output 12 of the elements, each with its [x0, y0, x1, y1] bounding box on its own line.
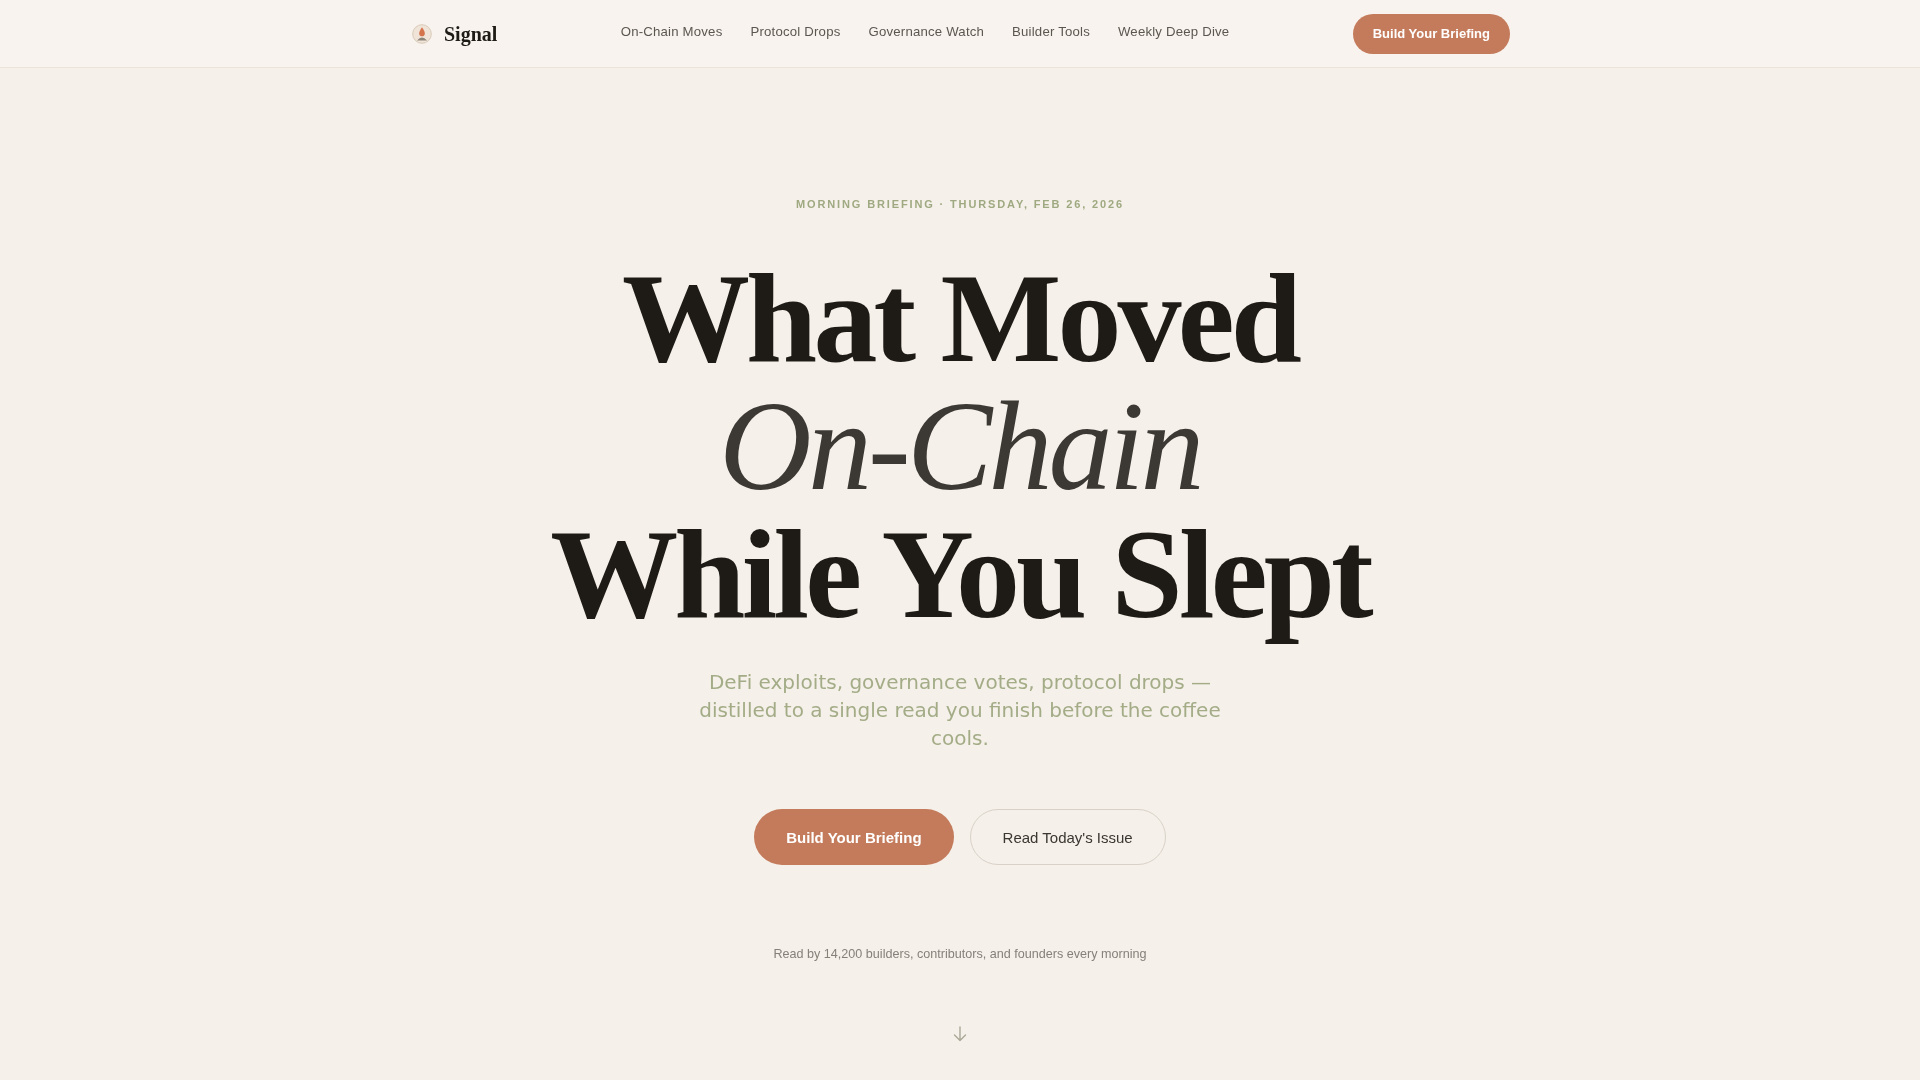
brand-name: Signal	[444, 21, 498, 46]
nav-link[interactable]: Protocol Drops	[750, 22, 841, 41]
nav-link[interactable]: Weekly Deep Dive	[1117, 22, 1230, 41]
nav-link[interactable]: Builder Tools	[1012, 22, 1090, 41]
down-arrow-icon[interactable]	[952, 1026, 968, 1042]
nav-link[interactable]: On-Chain Moves	[620, 22, 723, 41]
drop-logo-icon	[412, 23, 432, 44]
hero-headline: What Moved On-Chain While You Slept	[549, 254, 1373, 647]
social-proof-text: Read by 14,200 builders, contributors, and founders every morning	[773, 946, 1147, 962]
eyebrow-text: MORNING BRIEFING · THURSDAY, FEB 26, 2026	[795, 197, 1125, 212]
hero-subtitle: DeFi exploits, governance votes, protocol drops — distilled to a single read you finish before the coffee cools.	[698, 669, 1222, 752]
nav-link[interactable]: Governance Watch	[868, 22, 985, 41]
